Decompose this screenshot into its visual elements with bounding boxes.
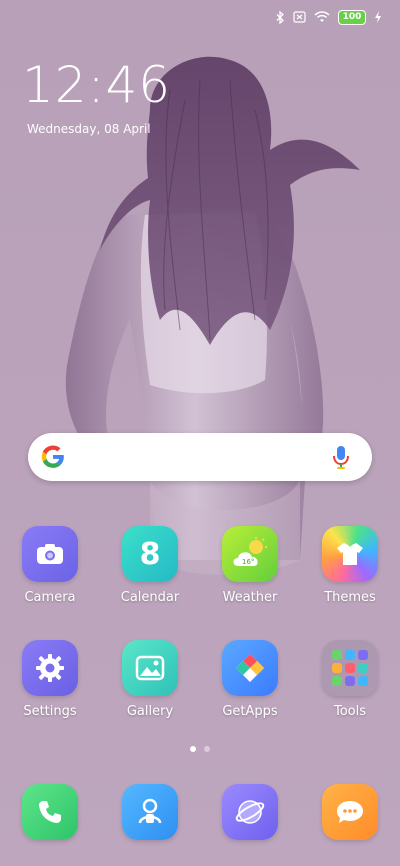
app-label: Weather bbox=[222, 590, 278, 605]
dock-contacts[interactable] bbox=[100, 784, 200, 840]
app-label: GetApps bbox=[222, 704, 278, 719]
app-row-1: Camera 8 Calendar 16° Weather Themes bbox=[0, 526, 400, 605]
app-themes[interactable]: Themes bbox=[300, 526, 400, 605]
dock-browser[interactable] bbox=[200, 784, 300, 840]
phone-icon bbox=[22, 784, 78, 840]
app-label: Gallery bbox=[126, 704, 174, 719]
gear-icon bbox=[22, 640, 78, 696]
app-label: Themes bbox=[324, 590, 376, 605]
app-settings[interactable]: Settings bbox=[0, 640, 100, 719]
dock-phone[interactable] bbox=[0, 784, 100, 840]
app-label: Camera bbox=[24, 590, 76, 605]
folder-icon bbox=[322, 640, 378, 696]
calendar-icon: 8 bbox=[122, 526, 178, 582]
app-label: Settings bbox=[23, 704, 77, 719]
app-label: Calendar bbox=[120, 590, 180, 605]
page-dot[interactable] bbox=[204, 746, 210, 752]
weather-icon: 16° bbox=[222, 526, 278, 582]
bluetooth-icon bbox=[276, 10, 284, 24]
folder-tools[interactable]: Tools bbox=[300, 640, 400, 719]
gallery-icon bbox=[122, 640, 178, 696]
app-weather[interactable]: 16° Weather bbox=[200, 526, 300, 605]
google-icon bbox=[41, 445, 64, 468]
calendar-day: 8 bbox=[139, 536, 161, 572]
app-label: Tools bbox=[333, 704, 367, 719]
app-getapps[interactable]: GetApps bbox=[200, 640, 300, 719]
app-calendar[interactable]: 8 Calendar bbox=[100, 526, 200, 605]
sim-off-icon bbox=[293, 11, 306, 23]
page-indicator bbox=[190, 746, 210, 752]
charging-icon bbox=[375, 11, 381, 23]
status-bar: 100 bbox=[276, 8, 382, 26]
browser-icon bbox=[222, 784, 278, 840]
clock-date[interactable]: Wednesday, 08 April bbox=[27, 122, 151, 136]
getapps-icon bbox=[222, 640, 278, 696]
app-gallery[interactable]: Gallery bbox=[100, 640, 200, 719]
battery-level: 100 bbox=[342, 12, 362, 22]
themes-icon bbox=[322, 526, 378, 582]
dock-messages[interactable] bbox=[300, 784, 400, 840]
messages-icon bbox=[322, 784, 378, 840]
battery-icon: 100 bbox=[338, 9, 366, 25]
weather-temp: 16° bbox=[242, 558, 254, 566]
page-dot-active[interactable] bbox=[190, 746, 196, 752]
app-camera[interactable]: Camera bbox=[0, 526, 100, 605]
dock bbox=[0, 784, 400, 840]
contacts-icon bbox=[122, 784, 178, 840]
app-row-2: Settings Gallery GetApps Tools bbox=[0, 640, 400, 719]
microphone-icon[interactable] bbox=[330, 444, 352, 470]
google-search-bar[interactable] bbox=[28, 433, 372, 481]
clock-time[interactable]: 12:46 bbox=[22, 56, 171, 114]
wifi-icon bbox=[314, 11, 330, 22]
camera-icon bbox=[22, 526, 78, 582]
